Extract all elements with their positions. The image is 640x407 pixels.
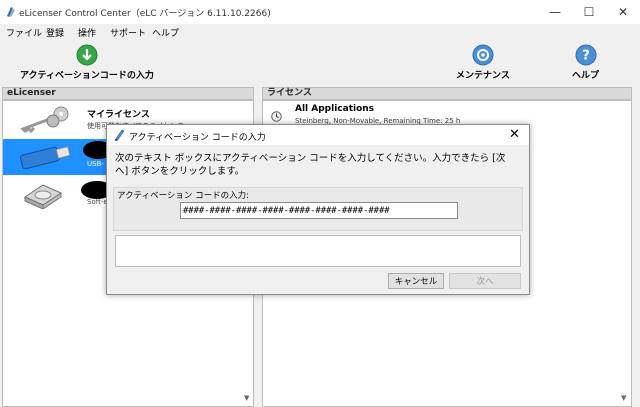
maintenance-label: メンテナンス bbox=[456, 71, 510, 81]
maintenance-button[interactable]: メンテナンス bbox=[456, 44, 510, 81]
download-arrow-icon bbox=[76, 44, 98, 66]
scroll-down-icon[interactable]: ▼ bbox=[244, 394, 249, 402]
svg-text:?: ? bbox=[582, 49, 590, 64]
license-panel-header: ライセンス bbox=[262, 87, 632, 100]
close-button[interactable]: ✕ bbox=[606, 0, 640, 24]
pen-icon bbox=[114, 129, 125, 141]
minimize-button[interactable]: — bbox=[538, 0, 572, 24]
menu-register[interactable]: 登録 bbox=[46, 26, 64, 39]
menu-support[interactable]: サポート bbox=[110, 26, 146, 39]
menu-file[interactable]: ファイル bbox=[6, 26, 42, 39]
app-icon bbox=[7, 7, 15, 17]
list-item-sub: Soft-e bbox=[87, 198, 108, 206]
question-icon: ? bbox=[575, 44, 596, 66]
help-label: ヘルプ bbox=[572, 71, 600, 81]
scroll-down-icon[interactable]: ▼ bbox=[621, 394, 626, 402]
activation-code-label: アクティベーションコードの入力 bbox=[20, 71, 154, 81]
window-title: eLicenser Control Center（eLC バージョン 6.11.… bbox=[19, 9, 271, 19]
usb-stick-icon bbox=[20, 146, 71, 170]
dialog-close-icon[interactable]: ✕ bbox=[509, 127, 520, 142]
dialog-instruction: 次のテキスト ボックスにアクティベーション コードを入力してください。入力できた… bbox=[115, 153, 506, 177]
clock-icon bbox=[271, 111, 282, 122]
gear-icon bbox=[472, 44, 494, 66]
keys-icon bbox=[20, 106, 69, 133]
hard-drive-icon bbox=[23, 184, 63, 209]
menu-operation[interactable]: 操作 bbox=[78, 26, 96, 39]
cancel-button[interactable]: キャンセル bbox=[388, 273, 444, 289]
license-name: All Applications bbox=[295, 104, 375, 114]
elicenser-panel-header: eLicenser bbox=[2, 87, 254, 100]
dialog-title: アクティベーション コードの入力 bbox=[129, 133, 266, 143]
activation-code-button[interactable]: アクティベーションコードの入力 bbox=[20, 44, 154, 81]
list-item-sub: USB- bbox=[87, 160, 104, 168]
activation-code-input[interactable] bbox=[180, 202, 458, 219]
help-button[interactable]: ? ヘルプ bbox=[572, 44, 599, 81]
code-field-label: アクティベーション コードの入力: bbox=[117, 191, 249, 201]
maximize-button[interactable]: ☐ bbox=[572, 0, 606, 24]
list-item-name: マイライセンス bbox=[87, 110, 150, 120]
menu-help[interactable]: ヘルプ bbox=[152, 26, 179, 39]
message-area bbox=[115, 235, 521, 267]
activation-dialog: アクティベーション コードの入力 ✕ 次のテキスト ボックスにアクティベーション… bbox=[106, 124, 530, 295]
next-button[interactable]: 次へ bbox=[449, 273, 521, 289]
